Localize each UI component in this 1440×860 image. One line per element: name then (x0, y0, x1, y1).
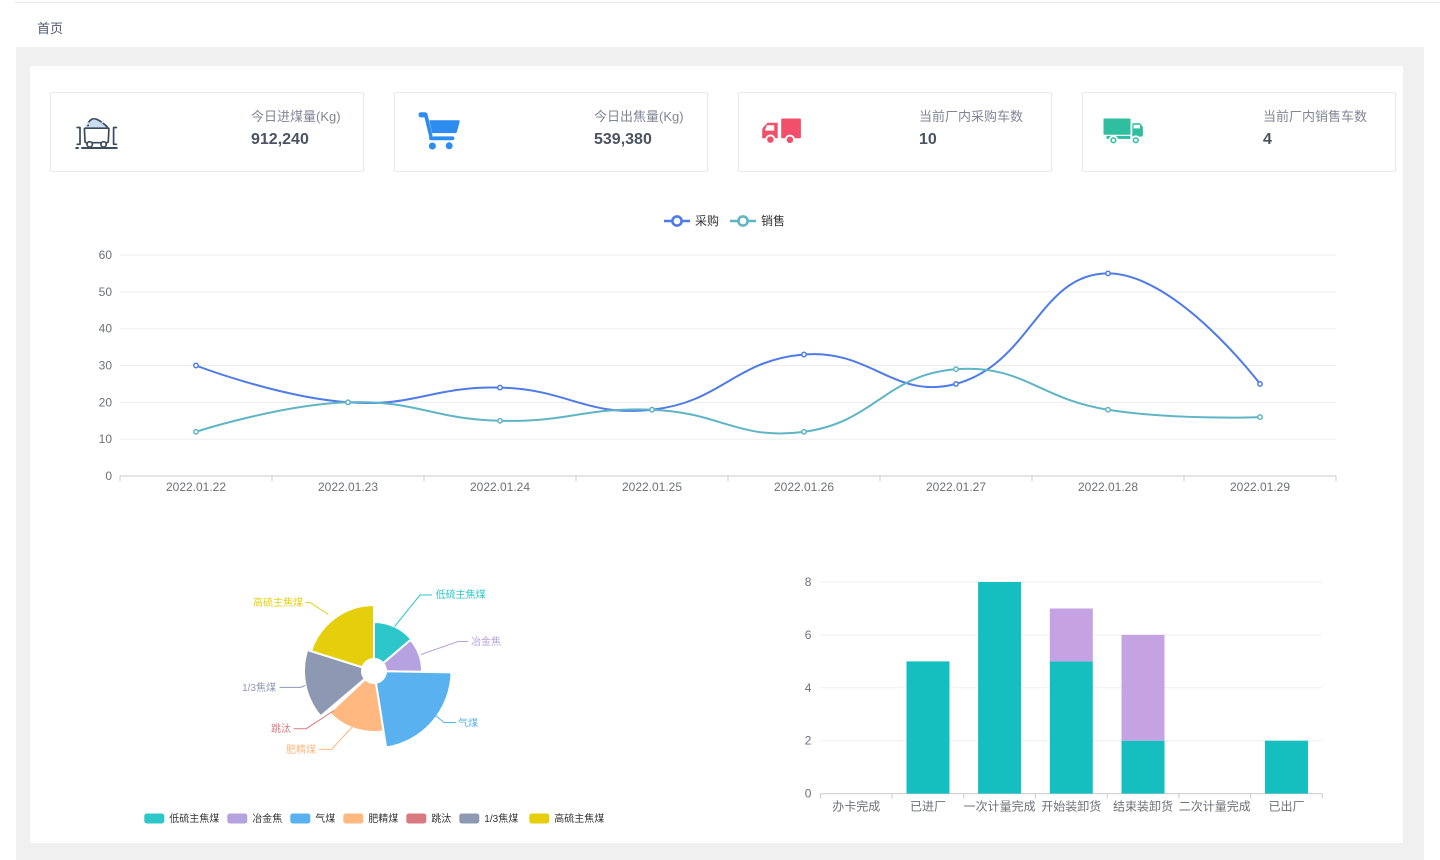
svg-text:2022.01.24: 2022.01.24 (470, 480, 530, 494)
svg-text:2022.01.29: 2022.01.29 (1230, 480, 1290, 494)
svg-text:50: 50 (99, 285, 113, 299)
svg-text:1/3焦煤: 1/3焦煤 (242, 681, 276, 694)
svg-text:高硫主焦煤: 高硫主焦煤 (554, 812, 604, 825)
svg-text:办卡完成: 办卡完成 (832, 799, 880, 814)
svg-text:低硫主焦煤: 低硫主焦煤 (436, 588, 486, 601)
svg-text:气煤: 气煤 (458, 716, 478, 729)
svg-text:已出厂: 已出厂 (1268, 800, 1304, 814)
svg-text:销售: 销售 (761, 213, 785, 228)
svg-text:8: 8 (805, 575, 812, 589)
svg-text:1/3焦煤: 1/3焦煤 (484, 812, 518, 825)
svg-text:结束装卸货: 结束装卸货 (1113, 799, 1173, 814)
svg-text:二次计量完成: 二次计量完成 (1179, 799, 1251, 814)
svg-text:采购: 采购 (695, 213, 719, 228)
svg-text:0: 0 (805, 787, 812, 801)
svg-text:2022.01.28: 2022.01.28 (1078, 480, 1138, 494)
svg-text:30: 30 (99, 359, 113, 373)
svg-text:高硫主焦煤: 高硫主焦煤 (253, 596, 303, 609)
svg-text:2022.01.27: 2022.01.27 (926, 480, 986, 494)
svg-text:10: 10 (99, 432, 113, 446)
svg-text:已进厂: 已进厂 (910, 800, 946, 814)
svg-text:开始装卸货: 开始装卸货 (1041, 799, 1101, 814)
svg-text:冶金焦: 冶金焦 (252, 812, 282, 825)
svg-text:跳汰: 跳汰 (271, 722, 291, 735)
svg-text:2: 2 (805, 734, 812, 748)
svg-text:一次计量完成: 一次计量完成 (964, 799, 1036, 814)
svg-text:肥精煤: 肥精煤 (368, 812, 398, 825)
svg-text:0: 0 (105, 469, 112, 483)
svg-text:冶金焦: 冶金焦 (471, 635, 501, 648)
svg-text:低硫主焦煤: 低硫主焦煤 (169, 812, 219, 825)
svg-text:跳汰: 跳汰 (431, 812, 451, 825)
svg-text:4: 4 (805, 681, 812, 695)
svg-text:气煤: 气煤 (315, 812, 335, 825)
svg-text:2022.01.23: 2022.01.23 (318, 480, 378, 494)
svg-text:20: 20 (99, 395, 113, 409)
svg-text:40: 40 (99, 322, 113, 336)
svg-text:2022.01.22: 2022.01.22 (166, 480, 226, 494)
svg-text:肥精煤: 肥精煤 (286, 743, 316, 756)
svg-text:60: 60 (99, 248, 113, 262)
svg-text:2022.01.25: 2022.01.25 (622, 480, 682, 494)
svg-text:2022.01.26: 2022.01.26 (774, 480, 834, 494)
svg-text:6: 6 (805, 628, 812, 642)
